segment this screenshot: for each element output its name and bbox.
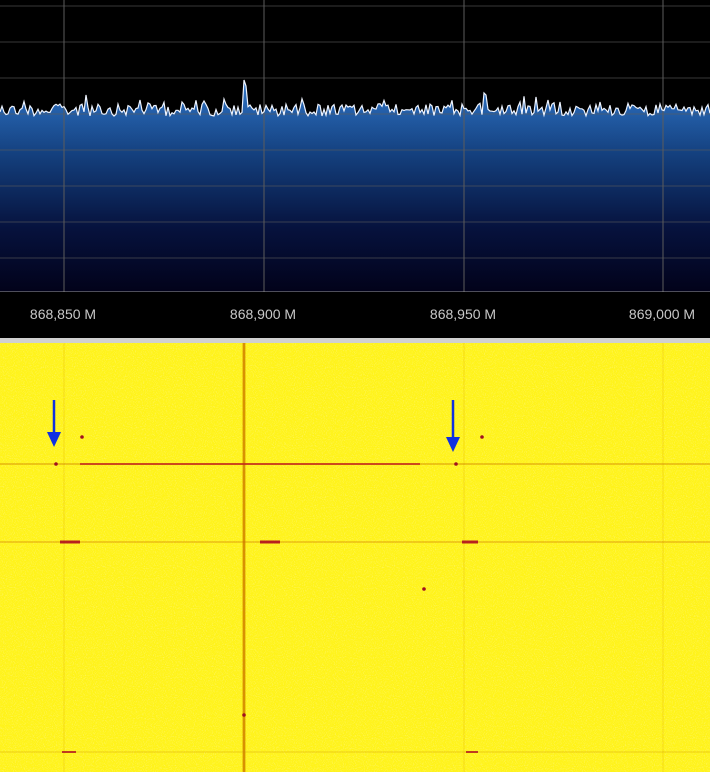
freq-label-869000: 869,000 M — [628, 306, 696, 322]
frequency-axis: 868,850 M 868,900 M 868,950 M 869,000 M — [0, 292, 710, 338]
signal-dot — [80, 435, 84, 439]
signal-dot — [54, 462, 58, 466]
signal-dot — [422, 587, 426, 591]
signal-dot — [242, 713, 246, 717]
waterfall-display[interactable] — [0, 343, 710, 772]
signal-dot — [480, 435, 484, 439]
freq-label-868900: 868,900 M — [229, 306, 297, 322]
spectrum-plot[interactable] — [0, 0, 710, 292]
signal-dot — [454, 462, 458, 466]
waterfall-plot[interactable] — [0, 343, 710, 772]
waterfall-noise — [0, 343, 710, 772]
freq-label-868850: 868,850 M — [29, 306, 97, 322]
spectrum-display[interactable] — [0, 0, 710, 292]
freq-label-868950: 868,950 M — [429, 306, 497, 322]
